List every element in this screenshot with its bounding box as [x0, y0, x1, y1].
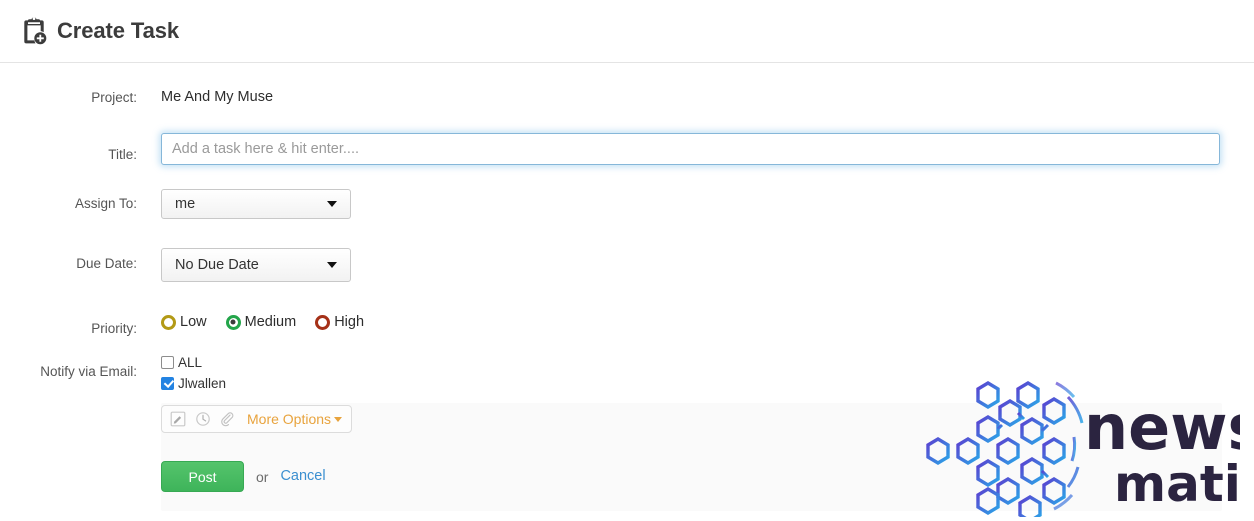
form-row-project: Project: Me And My Muse	[0, 87, 1254, 105]
form-row-priority: Priority: Low Medium High	[0, 313, 1254, 336]
due-date-select[interactable]: No Due Date	[161, 247, 351, 282]
project-label: Project:	[91, 90, 137, 105]
form-row-actions: Post or Cancel	[0, 461, 1254, 492]
page-header: Create Task	[0, 0, 1254, 63]
note-edit-icon[interactable]	[170, 411, 186, 427]
checkbox-unchecked-icon[interactable]	[161, 356, 174, 370]
more-options-toolbar-wrap: More Options	[161, 405, 1254, 433]
notify-user-label: Jlwallen	[178, 375, 227, 391]
priority-low-label: Low	[180, 313, 207, 330]
or-separator-label: or	[256, 468, 269, 485]
priority-high-label: High	[334, 313, 365, 330]
title-label: Title:	[108, 146, 137, 162]
notify-checkbox-user[interactable]: Jlwallen	[161, 375, 1254, 391]
page-title: Create Task	[57, 18, 180, 43]
assign-to-select[interactable]: me	[161, 188, 351, 219]
priority-option-medium[interactable]: Medium	[225, 313, 297, 330]
form-row-title: Title:	[0, 132, 1254, 165]
notify-checkbox-all[interactable]: ALL	[161, 356, 1254, 370]
priority-option-high[interactable]: High	[315, 313, 365, 330]
create-task-form: Project: Me And My Muse Title: Assign To…	[0, 63, 1254, 511]
assign-to-value: me	[175, 195, 196, 212]
notify-all-label: ALL	[178, 355, 203, 370]
clipboard-plus-icon	[24, 17, 47, 45]
task-title-input[interactable]	[161, 132, 1220, 165]
due-date-label: Due Date:	[76, 255, 137, 271]
post-button[interactable]: Post	[161, 461, 244, 492]
notify-checkbox-list: ALL Jlwallen	[161, 356, 1254, 390]
radio-high-icon[interactable]	[315, 314, 331, 330]
form-row-assign-to: Assign To: me	[0, 188, 1254, 224]
more-options-label[interactable]: More Options	[247, 412, 331, 426]
checkbox-checked-icon[interactable]	[161, 376, 174, 390]
more-options-toolbar[interactable]: More Options	[161, 405, 353, 433]
form-row-due-date: Due Date: No Due Date	[0, 247, 1254, 287]
assign-to-label: Assign To:	[74, 195, 137, 211]
project-value: Me And My Muse	[161, 89, 274, 105]
priority-option-low[interactable]: Low	[161, 313, 207, 330]
radio-medium-icon[interactable]	[225, 314, 241, 330]
priority-radio-group: Low Medium High	[161, 313, 1254, 330]
cancel-link[interactable]: Cancel	[280, 469, 325, 484]
radio-low-icon[interactable]	[161, 314, 176, 330]
due-date-value: No Due Date	[175, 256, 259, 273]
caret-down-icon	[334, 416, 343, 422]
priority-label: Priority:	[91, 320, 137, 336]
form-row-notify: Notify via Email: ALL Jlwallen More Opti…	[0, 356, 1254, 433]
form-actions: Post or Cancel	[161, 461, 1254, 492]
clock-icon[interactable]	[195, 411, 211, 427]
chevron-down-icon	[327, 261, 337, 268]
priority-medium-label: Medium	[244, 313, 297, 330]
notify-label: Notify via Email:	[40, 364, 137, 379]
paperclip-icon[interactable]	[220, 411, 236, 427]
chevron-down-icon	[327, 200, 337, 207]
